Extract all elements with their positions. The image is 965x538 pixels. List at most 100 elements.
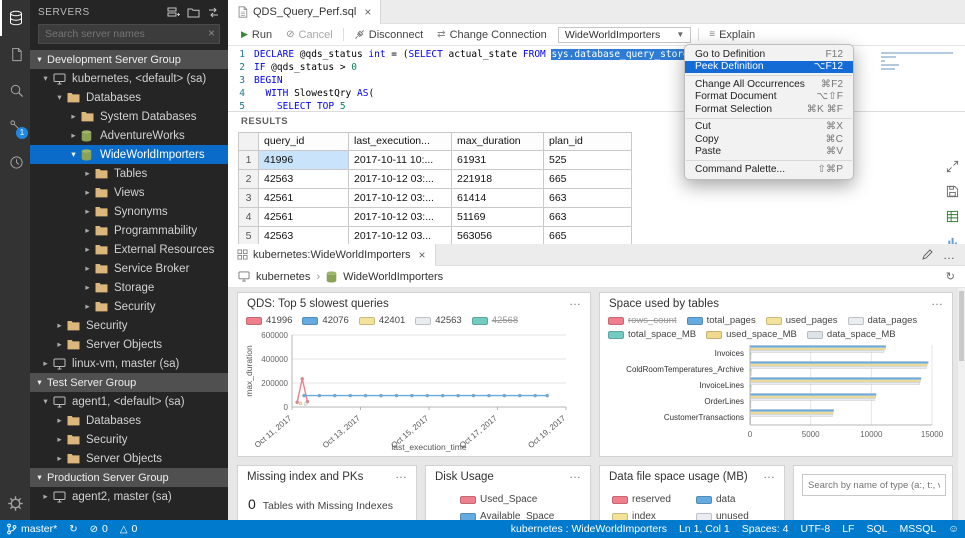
breadcrumb-database[interactable]: WideWorldImporters: [343, 271, 443, 283]
qds-legend-42563[interactable]: 42563: [415, 315, 461, 326]
collapsed-twisty-icon[interactable]: ▸: [82, 168, 93, 179]
status-sync[interactable]: ↻: [63, 520, 83, 538]
feedback-icon[interactable]: ☺: [942, 523, 965, 535]
cell[interactable]: 525: [544, 151, 632, 170]
collapsed-twisty-icon[interactable]: ▸: [54, 339, 65, 350]
cell[interactable]: 2017-10-12 03:...: [349, 170, 452, 189]
tree-item-agent1-default-sa[interactable]: ▾agent1, <default> (sa): [30, 392, 228, 411]
status-git-branch[interactable]: master*: [0, 520, 63, 538]
more-icon[interactable]: …: [763, 467, 776, 481]
row-number-header[interactable]: [239, 133, 259, 151]
cell[interactable]: 2017-10-12 03:...: [349, 189, 452, 208]
object-search-input[interactable]: [802, 474, 946, 496]
more-icon[interactable]: …: [569, 294, 582, 308]
tree-item-service-broker[interactable]: ▸Service Broker: [30, 259, 228, 278]
collapsed-twisty-icon[interactable]: ▸: [40, 491, 51, 502]
more-icon[interactable]: …: [569, 467, 582, 481]
qds-legend-42076[interactable]: 42076: [302, 315, 348, 326]
cell[interactable]: 61931: [452, 151, 544, 170]
menu-item-cut[interactable]: Cut⌘X: [685, 121, 853, 134]
dashboard-scrollbar[interactable]: [958, 288, 965, 520]
space-legend-total-space-mb[interactable]: total_space_MB: [608, 329, 696, 340]
datafile-legend-unused[interactable]: unused: [696, 511, 776, 520]
close-tab-icon[interactable]: ×: [419, 248, 426, 262]
cell[interactable]: 665: [544, 170, 632, 189]
expanded-twisty-icon[interactable]: ▾: [34, 54, 45, 65]
row-number[interactable]: 3: [239, 189, 259, 208]
cell[interactable]: 2017-10-11 10:...: [349, 151, 452, 170]
search-icon[interactable]: [0, 72, 30, 108]
collapsed-twisty-icon[interactable]: ▸: [54, 415, 65, 426]
cell[interactable]: 2017-10-12 03:...: [349, 208, 452, 227]
disconnect-button[interactable]: Disconnect: [347, 24, 430, 45]
status-connection[interactable]: kubernetes : WideWorldImporters: [505, 523, 673, 535]
cell[interactable]: 563056: [452, 227, 544, 244]
collapsed-twisty-icon[interactable]: ▸: [68, 111, 79, 122]
collapsed-twisty-icon[interactable]: ▸: [82, 187, 93, 198]
server-group-development-server-group[interactable]: ▾Development Server Group: [30, 50, 228, 69]
connections-icon[interactable]: 1: [0, 108, 30, 144]
datafile-legend-index[interactable]: index: [612, 511, 692, 520]
tree-item-synonyms[interactable]: ▸Synonyms: [30, 202, 228, 221]
status-cursor-position[interactable]: Ln 1, Col 1: [673, 523, 736, 535]
more-icon[interactable]: …: [931, 294, 944, 308]
minimap[interactable]: [881, 50, 959, 72]
tree-item-server-objects[interactable]: ▸Server Objects: [30, 449, 228, 468]
collapsed-twisty-icon[interactable]: ▸: [54, 453, 65, 464]
run-button[interactable]: ▶ Run: [234, 24, 279, 45]
menu-item-peek-definition[interactable]: Peek Definition⌥F12: [685, 61, 853, 74]
tab-dashboard[interactable]: kubernetes:WideWorldImporters ×: [228, 244, 436, 266]
status-provider[interactable]: MSSQL: [894, 523, 943, 535]
code-line[interactable]: 3BEGIN: [228, 74, 740, 87]
tree-item-security[interactable]: ▸Security: [30, 430, 228, 449]
column-header-plan-id[interactable]: plan_id: [544, 133, 632, 151]
disk-legend-available-space[interactable]: Available_Space: [460, 511, 554, 520]
history-icon[interactable]: [0, 144, 30, 180]
explain-button[interactable]: ≡ Explain: [702, 24, 762, 45]
collapsed-twisty-icon[interactable]: ▸: [82, 244, 93, 255]
tree-item-system-databases[interactable]: ▸System Databases: [30, 107, 228, 126]
space-legend-used-pages[interactable]: used_pages: [766, 315, 838, 326]
change-connection-button[interactable]: ⇄ Change Connection: [430, 24, 554, 45]
cell[interactable]: 51169: [452, 208, 544, 227]
cell[interactable]: 663: [544, 208, 632, 227]
add-connection-icon[interactable]: [167, 6, 180, 19]
new-server-group-icon[interactable]: [187, 6, 200, 19]
expanded-twisty-icon[interactable]: ▾: [34, 377, 45, 388]
tree-item-storage[interactable]: ▸Storage: [30, 278, 228, 297]
tree-item-kubernetes-default-sa[interactable]: ▾kubernetes, <default> (sa): [30, 69, 228, 88]
status-language[interactable]: SQL: [860, 523, 893, 535]
tree-item-external-resources[interactable]: ▸External Resources: [30, 240, 228, 259]
close-tab-icon[interactable]: ×: [364, 5, 371, 19]
space-legend-used-space-mb[interactable]: used_space_MB: [706, 329, 797, 340]
expanded-twisty-icon[interactable]: ▾: [40, 396, 51, 407]
tree-item-agent2-master-sa[interactable]: ▸agent2, master (sa): [30, 487, 228, 506]
collapsed-twisty-icon[interactable]: ▸: [40, 358, 51, 369]
server-group-test-server-group[interactable]: ▾Test Server Group: [30, 373, 228, 392]
collapsed-twisty-icon[interactable]: ▸: [82, 263, 93, 274]
cell[interactable]: 663: [544, 189, 632, 208]
servers-icon[interactable]: [0, 0, 30, 36]
tree-item-programmability[interactable]: ▸Programmability: [30, 221, 228, 240]
collapsed-twisty-icon[interactable]: ▸: [82, 282, 93, 293]
tree-item-linux-vm-master-sa[interactable]: ▸linux-vm, master (sa): [30, 354, 228, 373]
column-header-query-id[interactable]: query_id: [259, 133, 349, 151]
save-csv-icon[interactable]: [946, 185, 959, 198]
expanded-twisty-icon[interactable]: ▾: [54, 92, 65, 103]
code-editor[interactable]: 1DECLARE @qds_status int = (SELECT actua…: [228, 46, 965, 112]
breadcrumb-server[interactable]: kubernetes: [256, 271, 310, 283]
tab-qds-query-perf[interactable]: QDS_Query_Perf.sql ×: [228, 0, 381, 24]
cell[interactable]: 42561: [259, 208, 349, 227]
tree-item-security[interactable]: ▸Security: [30, 297, 228, 316]
save-excel-icon[interactable]: [946, 210, 959, 223]
expanded-twisty-icon[interactable]: ▾: [68, 149, 79, 160]
tree-item-tables[interactable]: ▸Tables: [30, 164, 228, 183]
more-icon[interactable]: …: [395, 467, 408, 481]
qds-legend-42568[interactable]: 42568: [472, 315, 518, 326]
collapsed-twisty-icon[interactable]: ▸: [54, 320, 65, 331]
space-legend-rows-count[interactable]: rows_count: [608, 315, 677, 326]
collapsed-twisty-icon[interactable]: ▸: [68, 130, 79, 141]
tree-item-server-objects[interactable]: ▸Server Objects: [30, 335, 228, 354]
datafile-legend-data[interactable]: data: [696, 494, 776, 505]
menu-item-change-all-occurrences[interactable]: Change All Occurrences⌘F2: [685, 78, 853, 91]
